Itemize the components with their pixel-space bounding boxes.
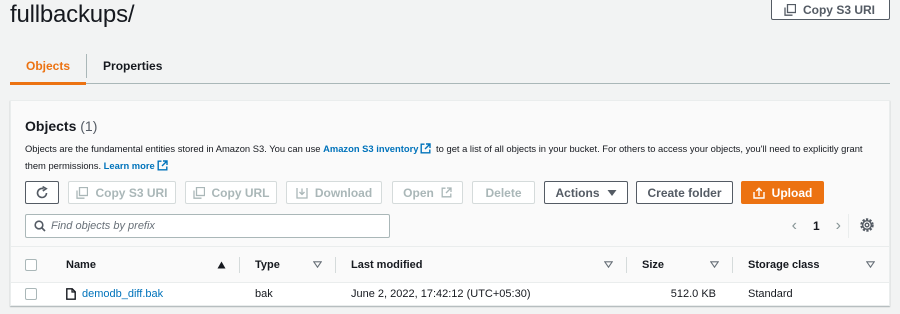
objects-panel-title: Objects (1) [25, 118, 97, 134]
sort-icon[interactable] [313, 247, 322, 282]
refresh-icon [36, 185, 48, 198]
objects-table-header: Name Type Last modified Size Storage cla… [11, 247, 889, 283]
external-link-icon [157, 159, 168, 170]
copy-s3-uri-header-label: Copy S3 URI [802, 2, 875, 17]
copy-icon [192, 186, 205, 199]
current-page-number[interactable]: 1 [813, 219, 820, 233]
delete-label: Delete [485, 185, 522, 200]
objects-title-text: Objects [25, 118, 77, 134]
column-divider [626, 257, 627, 273]
sort-icon[interactable] [866, 247, 875, 282]
refresh-button[interactable] [25, 181, 59, 204]
objects-panel: Objects (1) Objects are the fundamental … [10, 100, 890, 306]
table-row[interactable]: demodb_diff.bak bak June 2, 2022, 17:42:… [11, 283, 889, 305]
caret-down-icon [607, 189, 616, 196]
open-button[interactable]: Open [392, 181, 463, 204]
upload-button[interactable]: Upload [741, 181, 824, 204]
column-divider [239, 257, 240, 273]
upload-icon [752, 186, 765, 199]
row-checkbox-cell [25, 283, 37, 305]
page-title: fullbackups/ [10, 1, 135, 28]
objects-panel-header: Objects (1) Objects are the fundamental … [11, 101, 889, 247]
select-all-checkbox-cell [25, 247, 37, 282]
download-label: Download [314, 185, 373, 200]
tab-properties[interactable]: Properties [87, 48, 178, 84]
previous-page-icon[interactable]: ‹ [792, 217, 797, 235]
copy-url-label: Copy URL [211, 185, 270, 200]
gear-icon[interactable] [858, 216, 876, 234]
object-name-link[interactable]: demodb_diff.bak [82, 288, 163, 300]
find-objects-search[interactable] [25, 214, 390, 238]
copy-s3-uri-header-button[interactable]: Copy S3 URI [770, 0, 890, 20]
column-header-storage-class[interactable]: Storage class [748, 247, 820, 282]
column-header-last-modified[interactable]: Last modified [351, 247, 423, 282]
delete-button[interactable]: Delete [472, 181, 535, 204]
select-all-checkbox[interactable] [25, 258, 37, 271]
column-divider [335, 257, 336, 273]
column-header-type[interactable]: Type [255, 247, 280, 282]
copy-s3-uri-button[interactable]: Copy S3 URI [68, 181, 176, 204]
external-link-icon [441, 187, 452, 198]
search-input[interactable] [51, 220, 381, 232]
objects-count: (1) [80, 118, 98, 134]
file-icon [66, 288, 76, 300]
tab-bar: Objects Properties [10, 48, 890, 85]
copy-icon [76, 186, 89, 199]
column-header-size[interactable]: Size [642, 247, 664, 282]
row-checkbox[interactable] [25, 288, 37, 300]
object-size-cell: 512.0 KB [670, 288, 716, 300]
create-folder-button[interactable]: Create folder [636, 181, 733, 204]
download-icon [296, 187, 308, 199]
copy-icon [784, 3, 796, 16]
actions-label: Actions [555, 185, 600, 200]
s3-bucket-folder-page: fullbackups/ Copy S3 URI Objects Propert… [0, 0, 900, 314]
open-label: Open [403, 185, 434, 200]
search-icon [29, 220, 51, 232]
download-button[interactable]: Download [286, 181, 382, 204]
column-divider [732, 257, 733, 273]
amazon-s3-inventory-link[interactable]: Amazon S3 inventory [323, 143, 418, 154]
external-link-icon [420, 143, 432, 154]
sort-icon[interactable] [604, 247, 613, 282]
sort-ascending-icon[interactable] [217, 247, 226, 282]
copy-url-button[interactable]: Copy URL [185, 181, 277, 204]
tab-objects[interactable]: Objects [10, 48, 87, 85]
actions-dropdown-button[interactable]: Actions [544, 181, 628, 204]
object-storage-class-cell: Standard [748, 288, 793, 300]
upload-label: Upload [771, 185, 813, 200]
pagination-divider [848, 214, 849, 238]
next-page-icon[interactable]: › [836, 217, 841, 235]
object-last-modified-cell: June 2, 2022, 17:42:12 (UTC+05:30) [351, 288, 531, 300]
sort-icon[interactable] [710, 247, 719, 282]
column-header-name[interactable]: Name [66, 247, 96, 282]
pagination: ‹ 1 › [792, 214, 841, 238]
description-text-1: Objects are the fundamental entities sto… [25, 143, 324, 154]
copy-s3-uri-label: Copy S3 URI [95, 185, 168, 200]
object-name-cell: demodb_diff.bak [66, 283, 163, 305]
create-folder-label: Create folder [647, 185, 722, 200]
object-type-cell: bak [255, 288, 273, 300]
learn-more-link[interactable]: Learn more [104, 160, 155, 171]
objects-description: Objects are the fundamental entities sto… [25, 141, 875, 174]
